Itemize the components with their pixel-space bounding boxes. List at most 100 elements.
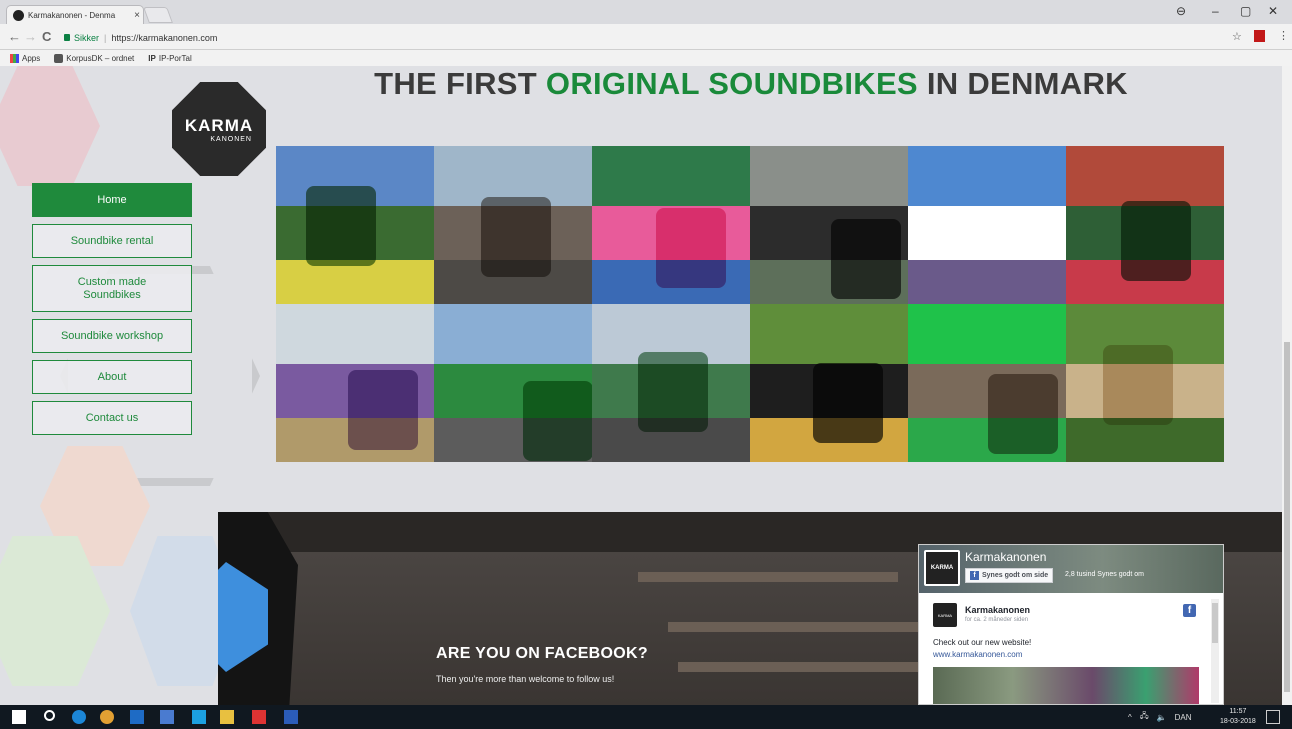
nav-soundbike-workshop[interactable]: Soundbike workshop (32, 319, 192, 353)
browser-toolbar: ← → C Sikker | https://karmakanonen.com … (0, 24, 1292, 50)
windows-start-icon[interactable] (12, 710, 26, 724)
pdf-extension-icon[interactable] (1254, 30, 1265, 42)
app-icon[interactable] (160, 710, 174, 724)
fb-page-avatar[interactable]: KARMA (924, 550, 960, 586)
file-explorer-icon[interactable] (220, 710, 234, 724)
post-author[interactable]: Karmakanonen (965, 605, 1030, 615)
network-icon[interactable]: 🖧 (1140, 710, 1149, 724)
bridge-crowd-photo[interactable] (908, 146, 1066, 304)
post-author-avatar[interactable]: KARMA (933, 603, 957, 627)
photo-subject (523, 381, 592, 461)
photo-subject (988, 374, 1058, 454)
dancing-photo[interactable] (1066, 304, 1224, 462)
reload-button[interactable]: C (42, 29, 51, 44)
facebook-icon[interactable]: f (1183, 604, 1196, 617)
logo-line1: KARMA (184, 115, 254, 135)
korpus-icon (54, 53, 64, 63)
heart-frame-photo[interactable] (908, 304, 1066, 462)
chrome-icon[interactable] (100, 710, 114, 724)
bookmark-apps[interactable]: Apps (10, 53, 41, 63)
fb-like-page-button[interactable]: f Synes godt om side (965, 568, 1054, 583)
post-text: Check out our new website! (933, 638, 1032, 647)
system-clock[interactable]: 11:57 18-03-2018 (1220, 707, 1256, 727)
tab-title: Karmakanonen - Denma (28, 10, 116, 20)
close-window-button[interactable]: ✕ (1268, 4, 1278, 18)
photo-subject (831, 219, 901, 299)
address-bar[interactable]: Sikker | https://karmakanonen.com (64, 29, 1244, 46)
back-button[interactable]: ← (8, 29, 21, 44)
skype-icon[interactable] (192, 710, 206, 724)
bookmark-ip-portal[interactable]: IP IP-PorTal (148, 54, 191, 63)
post-timestamp[interactable]: for ca. 2 måneder siden (965, 617, 1028, 623)
post-link[interactable]: www.karmakanonen.com (933, 650, 1022, 659)
forward-button[interactable]: → (24, 29, 37, 44)
dots-wall-photo[interactable] (592, 146, 750, 304)
outlook-icon[interactable] (130, 710, 144, 724)
page-scroll-thumb[interactable] (1284, 342, 1290, 692)
acrobat-icon[interactable] (252, 710, 266, 724)
group-photo[interactable] (276, 146, 434, 304)
photo-subject (813, 363, 883, 443)
browser-tab[interactable]: Karmakanonen - Denma × (6, 5, 144, 24)
cyclist-photo[interactable] (750, 146, 908, 304)
apps-icon (10, 53, 19, 63)
tab-strip: Karmakanonen - Denma × ⊖ – ▢ ✕ (0, 0, 1292, 24)
headline-part1: THE FIRST (374, 66, 546, 101)
like-label: Synes godt om side (982, 572, 1049, 579)
canal-photo[interactable] (592, 304, 750, 462)
tray-expand-icon[interactable]: ^ (1128, 713, 1132, 722)
system-tray: ^ 🖧 🔈 DAN (1128, 710, 1192, 724)
bg-bench (638, 572, 898, 582)
nav-soundbike-rental[interactable]: Soundbike rental (32, 224, 192, 258)
volume-icon[interactable]: 🔈 (1157, 713, 1167, 722)
street-photo[interactable] (434, 146, 592, 304)
maximize-button[interactable]: ▢ (1240, 4, 1251, 18)
browser-menu-icon[interactable]: ⋮ (1278, 29, 1289, 42)
fb-page-name[interactable]: Karmakanonen (965, 550, 1046, 564)
new-tab-button[interactable] (143, 7, 173, 23)
bookmark-korpus[interactable]: KorpusDK – ordnet (54, 53, 135, 63)
page-headline: THE FIRST ORIGINAL SOUNDBIKES IN DENMARK (276, 66, 1226, 102)
bookmark-label: KorpusDK – ordnet (66, 53, 135, 63)
fb-post: KARMA Karmakanonen for ca. 2 måneder sid… (919, 593, 1223, 704)
harbour-bike-photo[interactable] (434, 304, 592, 462)
minimize-button[interactable]: – (1212, 4, 1219, 18)
nav-about[interactable]: About (32, 360, 192, 394)
profile-icon[interactable]: ⊖ (1176, 4, 1186, 18)
nav-home[interactable]: Home (32, 183, 192, 217)
nav-contact-us[interactable]: Contact us (32, 401, 192, 435)
lock-icon (64, 34, 70, 41)
facebook-section: ARE YOU ON FACEBOOK? Then you're more th… (218, 512, 1282, 705)
facebook-icon: f (970, 571, 979, 580)
language-indicator[interactable]: DAN (1175, 713, 1192, 722)
festival-tent-photo[interactable] (276, 304, 434, 462)
photo-subject (481, 197, 551, 277)
nav-custom-soundbikes[interactable]: Custom made Soundbikes (32, 265, 192, 312)
photo-subject (656, 208, 726, 288)
widget-scrollbar[interactable] (1211, 599, 1219, 703)
karma-kanonen-logo[interactable]: KARMA KANONEN (172, 82, 266, 176)
page-scrollbar[interactable] (1282, 66, 1292, 705)
site-favicon-icon (13, 9, 24, 21)
edge-icon[interactable] (72, 710, 86, 724)
url-text[interactable]: https://karmakanonen.com (111, 33, 217, 43)
logo-line2: KANONEN (210, 135, 252, 143)
night-light-photo[interactable] (750, 304, 908, 462)
post-image[interactable] (933, 667, 1199, 704)
bookmark-label: Apps (22, 53, 41, 63)
bookmarks-bar: Apps KorpusDK – ordnet IP IP-PorTal (0, 50, 1292, 66)
search-icon[interactable] (44, 710, 55, 721)
clock-date: 18-03-2018 (1220, 718, 1256, 725)
web-page: KARMA KANONEN THE FIRST ORIGINAL SOUNDBI… (0, 66, 1282, 705)
notification-icon[interactable] (1266, 710, 1280, 724)
clock-time: 11:57 (1229, 708, 1247, 715)
headline-part2: IN DENMARK (917, 66, 1128, 101)
fb-likes-count: 2,8 tusind Synes godt om (1065, 571, 1144, 578)
close-tab-icon[interactable]: × (131, 10, 143, 21)
widget-scroll-thumb[interactable] (1212, 603, 1218, 643)
headline-highlight: ORIGINAL SOUNDBIKES (545, 66, 918, 101)
bookmark-star-icon[interactable]: ☆ (1232, 30, 1242, 43)
parade-photo[interactable] (1066, 146, 1224, 304)
main-navigation: Home Soundbike rental Custom made Soundb… (32, 183, 192, 442)
word-icon[interactable] (284, 710, 298, 724)
